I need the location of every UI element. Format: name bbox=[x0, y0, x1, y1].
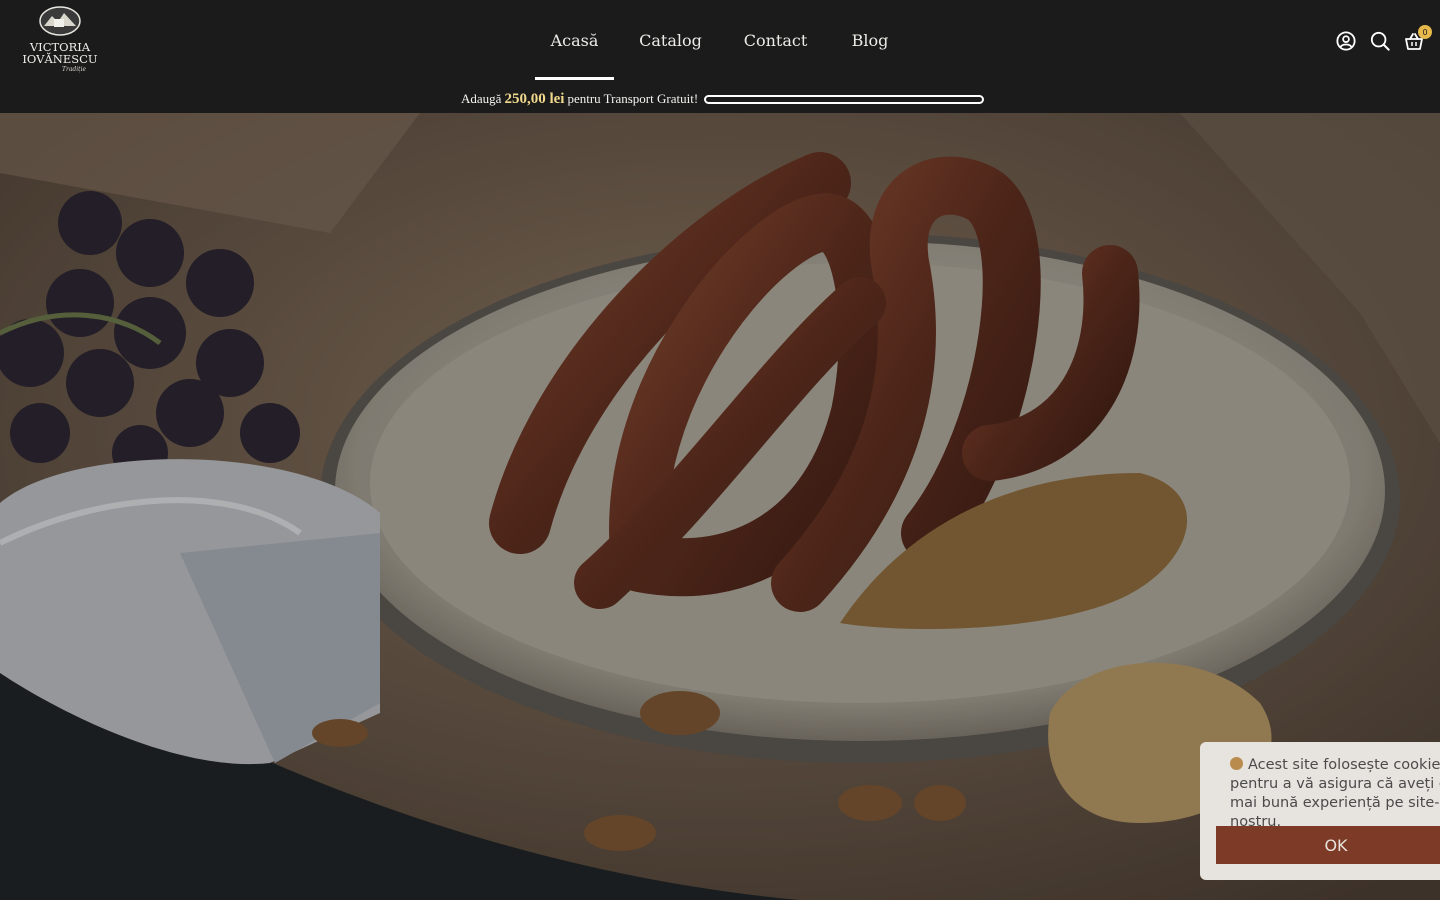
user-circle-icon bbox=[1336, 31, 1356, 51]
free-shipping-bar: Adaugă 250,00 lei pentru Transport Gratu… bbox=[461, 88, 985, 110]
shipping-amount: 250,00 lei bbox=[504, 90, 565, 107]
nav-item-blog[interactable]: Blog bbox=[824, 0, 916, 80]
cart-button[interactable]: 0 bbox=[1404, 25, 1432, 53]
shipping-progress-bar bbox=[704, 94, 985, 104]
brand-tagline: Tradiție bbox=[62, 66, 87, 73]
nav-item-home[interactable]: Acasă bbox=[535, 0, 614, 80]
site-header: VICTORIA IOVĂNESCU Tradiție Acasă Catalo… bbox=[0, 0, 1440, 113]
cookie-message-text: Acest site folosește cookies pentru a vă… bbox=[1230, 757, 1440, 830]
cookie-message: Acest site folosește cookies pentru a vă… bbox=[1230, 756, 1440, 832]
shipping-prefix: Adaugă bbox=[461, 91, 502, 106]
cookie-banner: Acest site folosește cookies pentru a vă… bbox=[1200, 742, 1440, 880]
account-button[interactable] bbox=[1336, 29, 1356, 53]
cart-count-badge: 0 bbox=[1418, 25, 1432, 39]
nav-item-catalog[interactable]: Catalog bbox=[614, 0, 727, 80]
nav-item-contact[interactable]: Contact bbox=[727, 0, 824, 80]
brand-logo-icon: VICTORIA IOVĂNESCU Tradiție bbox=[22, 6, 98, 73]
search-button[interactable] bbox=[1370, 29, 1390, 53]
brand-name-line2: IOVĂNESCU bbox=[22, 52, 98, 66]
main-nav: Acasă Catalog Contact Blog bbox=[535, 0, 916, 80]
cookie-icon bbox=[1230, 757, 1243, 770]
shipping-suffix: pentru Transport Gratuit! bbox=[567, 91, 699, 106]
search-icon bbox=[1370, 31, 1390, 51]
cookie-ok-button[interactable]: OK bbox=[1216, 826, 1440, 864]
header-icons: 0 bbox=[1336, 25, 1432, 53]
brand-logo[interactable]: VICTORIA IOVĂNESCU Tradiție bbox=[18, 4, 102, 78]
